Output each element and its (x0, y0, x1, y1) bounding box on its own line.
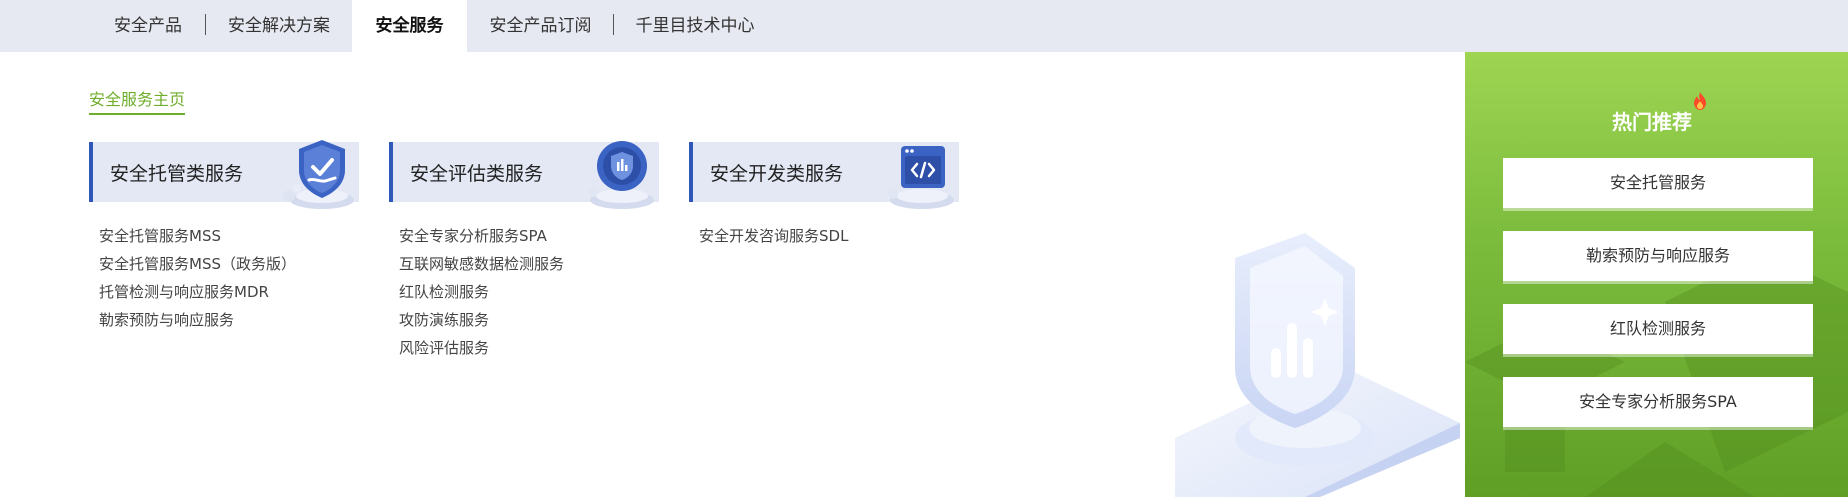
list-item[interactable]: 互联网敏感数据检测服务 (399, 250, 659, 278)
category-service-list: 安全托管服务MSS 安全托管服务MSS（政务版） 托管检测与响应服务MDR 勒索… (89, 222, 359, 334)
category-header[interactable]: 安全托管类服务 (89, 140, 359, 209)
fire-icon (1694, 92, 1706, 110)
list-item[interactable]: 安全开发咨询服务SDL (699, 222, 959, 250)
hot-recommendations-panel: 热门推荐 安全托管服务 勒索预防与响应服务 红队检测服务 安全专家分析服务SPA (1465, 52, 1848, 497)
category-managed-services: 安全托管类服务 安全托管服务MSS 安全托管服务MSS（政务版） 托管检测与响应… (89, 140, 359, 334)
hot-recommendations-title: 热门推荐 (1612, 110, 1692, 134)
tab-security-subscription[interactable]: 安全产品订阅 (480, 0, 601, 52)
category-header[interactable]: 安全评估类服务 (389, 141, 659, 209)
list-item[interactable]: 攻防演练服务 (399, 306, 659, 334)
list-item[interactable]: 安全托管服务MSS (99, 222, 359, 250)
tab-security-solutions[interactable]: 安全解决方案 (216, 0, 342, 52)
tab-tech-center[interactable]: 千里目技术中心 (625, 0, 765, 52)
hot-item-managed-service[interactable]: 安全托管服务 (1503, 158, 1813, 208)
category-title: 安全开发类服务 (710, 163, 844, 185)
tab-divider (613, 14, 614, 35)
shield-illustration (1175, 233, 1460, 497)
list-item[interactable]: 安全托管服务MSS（政务版） (99, 250, 359, 278)
category-development-services: 安全开发类服务 安全开发咨询服务SDL (689, 142, 959, 250)
category-assessment-services: 安全评估类服务 安全专家分析服务SPA 互联网敏感数据检测服务 红队检测服务 攻… (389, 141, 659, 362)
category-service-list: 安全专家分析服务SPA 互联网敏感数据检测服务 红队检测服务 攻防演练服务 风险… (389, 222, 659, 362)
category-header[interactable]: 安全开发类服务 (689, 142, 959, 209)
list-item[interactable]: 红队检测服务 (399, 278, 659, 306)
hot-item-red-team-service[interactable]: 红队检测服务 (1503, 304, 1813, 354)
services-home-link[interactable]: 安全服务主页 (89, 86, 186, 115)
list-item[interactable]: 安全专家分析服务SPA (399, 222, 659, 250)
tab-security-services[interactable]: 安全服务 (352, 0, 467, 52)
shield-chart-icon (588, 141, 654, 209)
list-item[interactable]: 风险评估服务 (399, 334, 659, 362)
list-item[interactable]: 托管检测与响应服务MDR (99, 278, 359, 306)
hot-item-spa-service[interactable]: 安全专家分析服务SPA (1503, 377, 1813, 427)
category-title: 安全评估类服务 (410, 163, 544, 185)
list-item[interactable]: 勒索预防与响应服务 (99, 306, 359, 334)
top-nav-bar: 安全产品 安全解决方案 安全服务 安全产品订阅 千里目技术中心 (0, 0, 1848, 52)
hot-item-ransomware-service[interactable]: 勒索预防与响应服务 (1503, 231, 1813, 281)
category-title: 安全托管类服务 (110, 163, 244, 185)
category-service-list: 安全开发咨询服务SDL (689, 222, 959, 250)
tab-security-products[interactable]: 安全产品 (96, 0, 200, 52)
tab-divider (205, 14, 206, 35)
code-window-icon (888, 146, 954, 209)
shield-check-icon (283, 140, 354, 209)
